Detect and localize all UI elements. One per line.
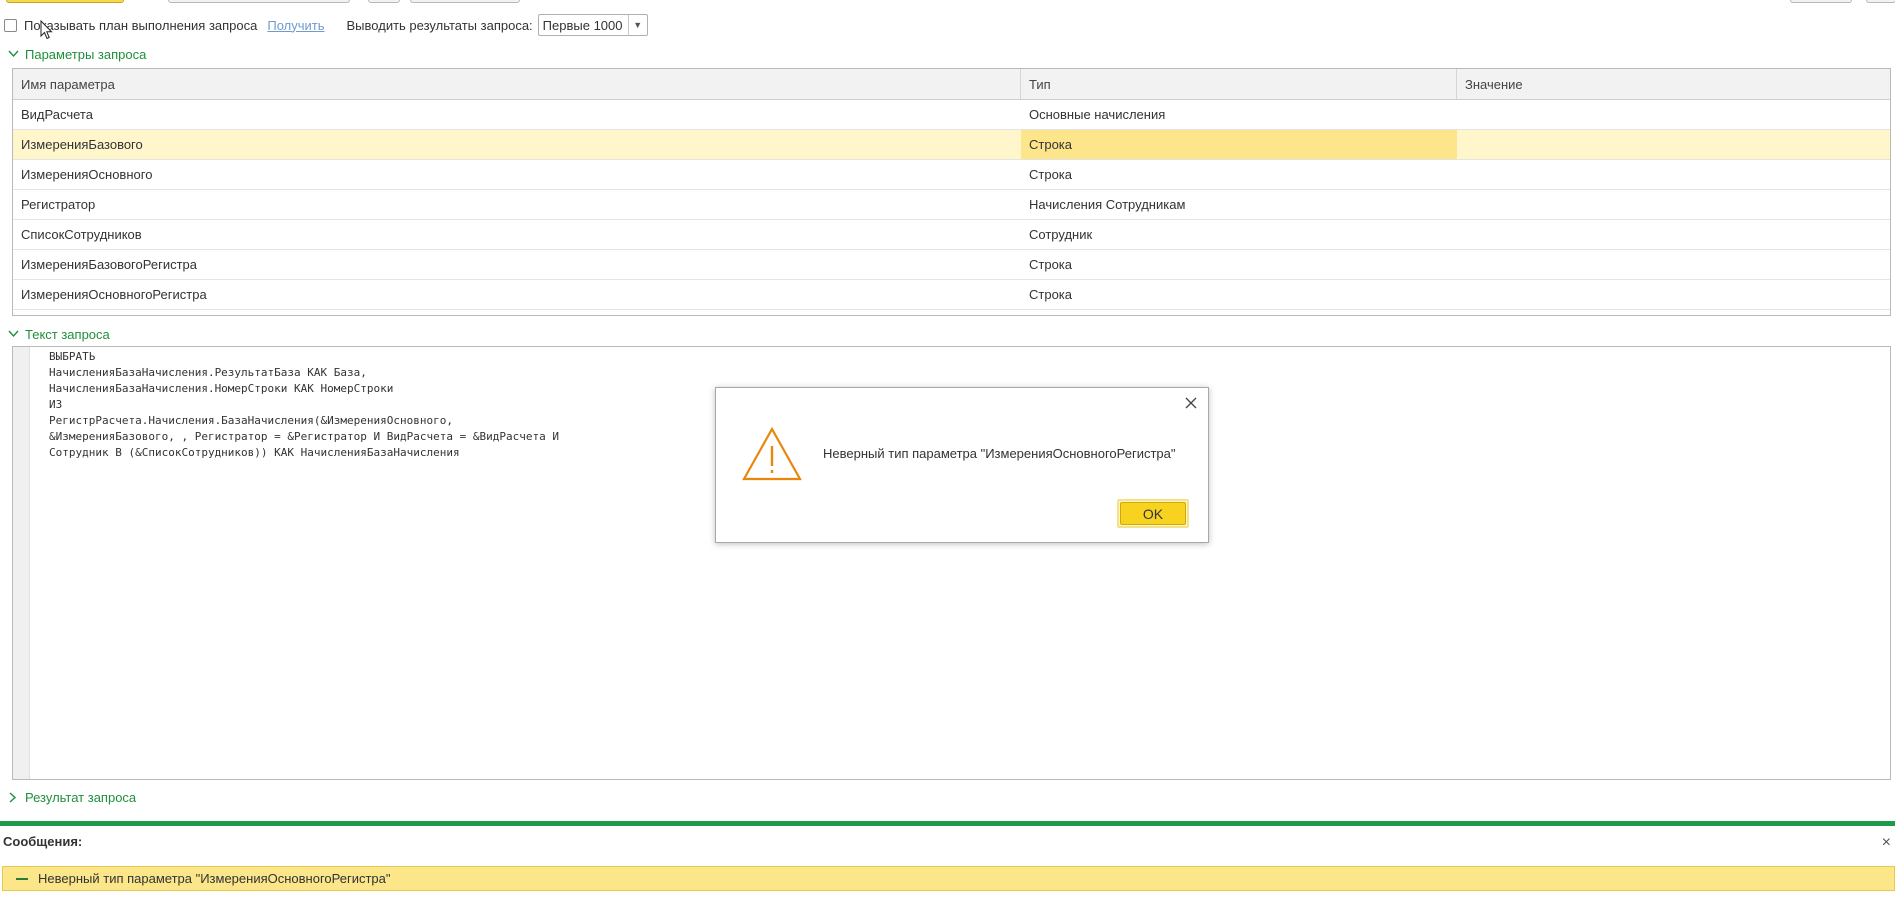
close-icon[interactable] (1182, 394, 1200, 412)
query-options-row: Показывать план выполнения запроса Получ… (0, 12, 1895, 38)
mouse-cursor-icon (40, 19, 53, 43)
param-name: ИзмеренияОсновного (21, 167, 153, 182)
error-dialog: Неверный тип параметра "ИзмеренияОсновно… (715, 387, 1209, 543)
editor-gutter (13, 347, 30, 779)
param-value[interactable] (1457, 130, 1890, 159)
toolbar-button-stub[interactable] (410, 0, 520, 3)
warning-icon (741, 426, 803, 485)
param-type: Основные начисления (1029, 107, 1166, 122)
minus-icon (16, 877, 28, 880)
param-value[interactable] (1457, 250, 1890, 279)
table-row[interactable]: ИзмеренияОсновногоРегистра Строка (13, 280, 1890, 310)
param-type: Начисления Сотрудникам (1029, 197, 1186, 212)
table-row[interactable]: ИзмеренияОсновного Строка (13, 160, 1890, 190)
chevron-down-icon (6, 50, 20, 58)
params-table: Имя параметра Тип Значение ВидРасчета Ос… (12, 68, 1891, 316)
param-type: Строка (1021, 130, 1457, 159)
toolbar-button-stub[interactable] (1790, 0, 1852, 3)
message-item[interactable]: Неверный тип параметра "ИзмеренияОсновно… (2, 866, 1895, 891)
table-row[interactable]: СписокСотрудников Сотрудник (13, 220, 1890, 250)
param-name: ИзмеренияБазовогоРегистра (21, 257, 197, 272)
column-header-type[interactable]: Тип (1021, 69, 1457, 99)
param-name: ИзмеренияОсновногоРегистра (21, 287, 207, 302)
params-table-header: Имя параметра Тип Значение (13, 69, 1890, 100)
param-type: Сотрудник (1029, 227, 1093, 242)
messages-divider[interactable] (0, 821, 1895, 826)
param-value[interactable] (1457, 100, 1890, 129)
params-section-title: Параметры запроса (25, 46, 147, 62)
param-type: Строка (1029, 167, 1073, 182)
query-text-section-header[interactable]: Текст запроса (6, 325, 110, 343)
dialog-message: Неверный тип параметра "ИзмеренияОсновно… (823, 446, 1176, 461)
toolbar-button-stub[interactable] (168, 0, 350, 3)
output-results-label: Выводить результаты запроса: (346, 17, 533, 33)
column-header-value[interactable]: Значение (1457, 69, 1890, 99)
query-text-section-title: Текст запроса (25, 326, 110, 342)
chevron-down-icon (6, 330, 20, 338)
result-section-header[interactable]: Результат запроса (6, 788, 136, 806)
param-value[interactable] (1457, 160, 1890, 189)
param-value[interactable] (1457, 280, 1890, 309)
chevron-right-icon (6, 791, 20, 803)
param-type: Строка (1029, 287, 1073, 302)
column-header-name[interactable]: Имя параметра (13, 69, 1021, 99)
table-row[interactable]: ИзмеренияБазовогоРегистра Строка (13, 250, 1890, 280)
toolbar-button-stub[interactable] (1866, 0, 1895, 3)
param-value[interactable] (1457, 220, 1890, 249)
param-name: СписокСотрудников (21, 227, 142, 242)
query-text-content[interactable]: ВЫБРАТЬ НачисленияБазаНачисления.Результ… (49, 349, 559, 461)
toolbar-button-stub[interactable] (368, 0, 400, 3)
show-plan-label[interactable]: Показывать план выполнения запроса (24, 18, 257, 33)
ok-button[interactable]: OK (1117, 499, 1189, 528)
toolbar-button-stub[interactable] (6, 0, 124, 3)
ok-button-label: OK (1120, 502, 1186, 525)
param-name: ВидРасчета (21, 107, 93, 122)
param-type: Строка (1029, 257, 1073, 272)
result-section-title: Результат запроса (25, 789, 137, 805)
table-row[interactable]: ВидРасчета Основные начисления (13, 100, 1890, 130)
table-row-selected[interactable]: ИзмеренияБазового Строка (13, 130, 1890, 160)
output-results-select[interactable]: Первые 1000 ▼ (537, 14, 648, 36)
get-plan-link[interactable]: Получить (267, 18, 324, 33)
message-text: Неверный тип параметра "ИзмеренияОсновно… (38, 871, 391, 886)
messages-title: Сообщения: (3, 834, 83, 849)
param-name: Регистратор (21, 197, 96, 212)
close-icon[interactable]: × (1882, 834, 1891, 852)
table-row[interactable]: Регистратор Начисления Сотрудникам (13, 190, 1890, 220)
output-results-value: Первые 1000 (542, 17, 623, 33)
param-name: ИзмеренияБазового (21, 137, 143, 152)
params-section-header[interactable]: Параметры запроса (6, 45, 146, 63)
chevron-down-icon[interactable]: ▼ (627, 15, 647, 35)
param-value[interactable] (1457, 190, 1890, 219)
show-plan-checkbox[interactable] (4, 18, 17, 32)
